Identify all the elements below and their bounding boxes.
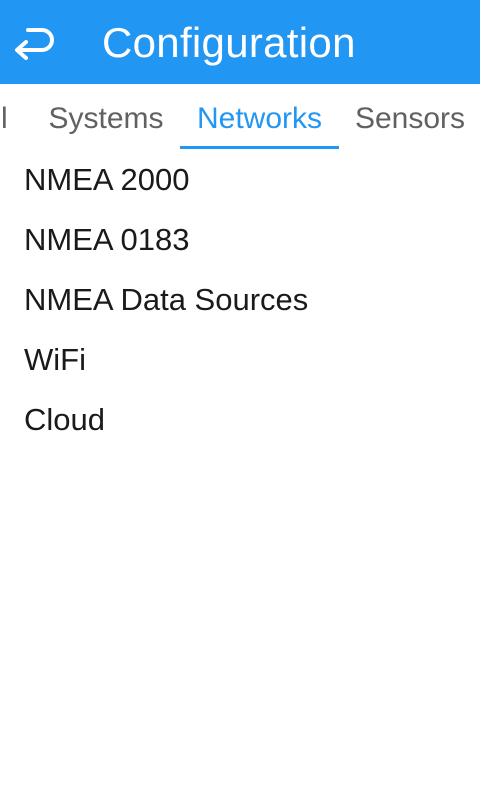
tab-sensors[interactable]: Sensors bbox=[345, 84, 475, 150]
list-item-cloud[interactable]: Cloud bbox=[0, 390, 480, 450]
active-tab-indicator bbox=[180, 146, 339, 149]
list-item-nmea-0183[interactable]: NMEA 0183 bbox=[0, 210, 480, 270]
tab-bar: el Systems Networks Sensors bbox=[0, 84, 480, 150]
tab-systems[interactable]: Systems bbox=[36, 84, 176, 150]
back-arrow-icon bbox=[10, 22, 58, 62]
list-item-wifi[interactable]: WiFi bbox=[0, 330, 480, 390]
back-button[interactable] bbox=[8, 20, 60, 64]
app-bar: Configuration bbox=[0, 0, 480, 84]
list-item-nmea-data-sources[interactable]: NMEA Data Sources bbox=[0, 270, 480, 330]
tab-partial[interactable]: el bbox=[0, 84, 18, 150]
network-settings-list: NMEA 2000 NMEA 0183 NMEA Data Sources Wi… bbox=[0, 150, 480, 450]
tab-networks[interactable]: Networks bbox=[180, 84, 339, 150]
page-title: Configuration bbox=[102, 19, 356, 66]
list-item-nmea-2000[interactable]: NMEA 2000 bbox=[0, 150, 480, 210]
